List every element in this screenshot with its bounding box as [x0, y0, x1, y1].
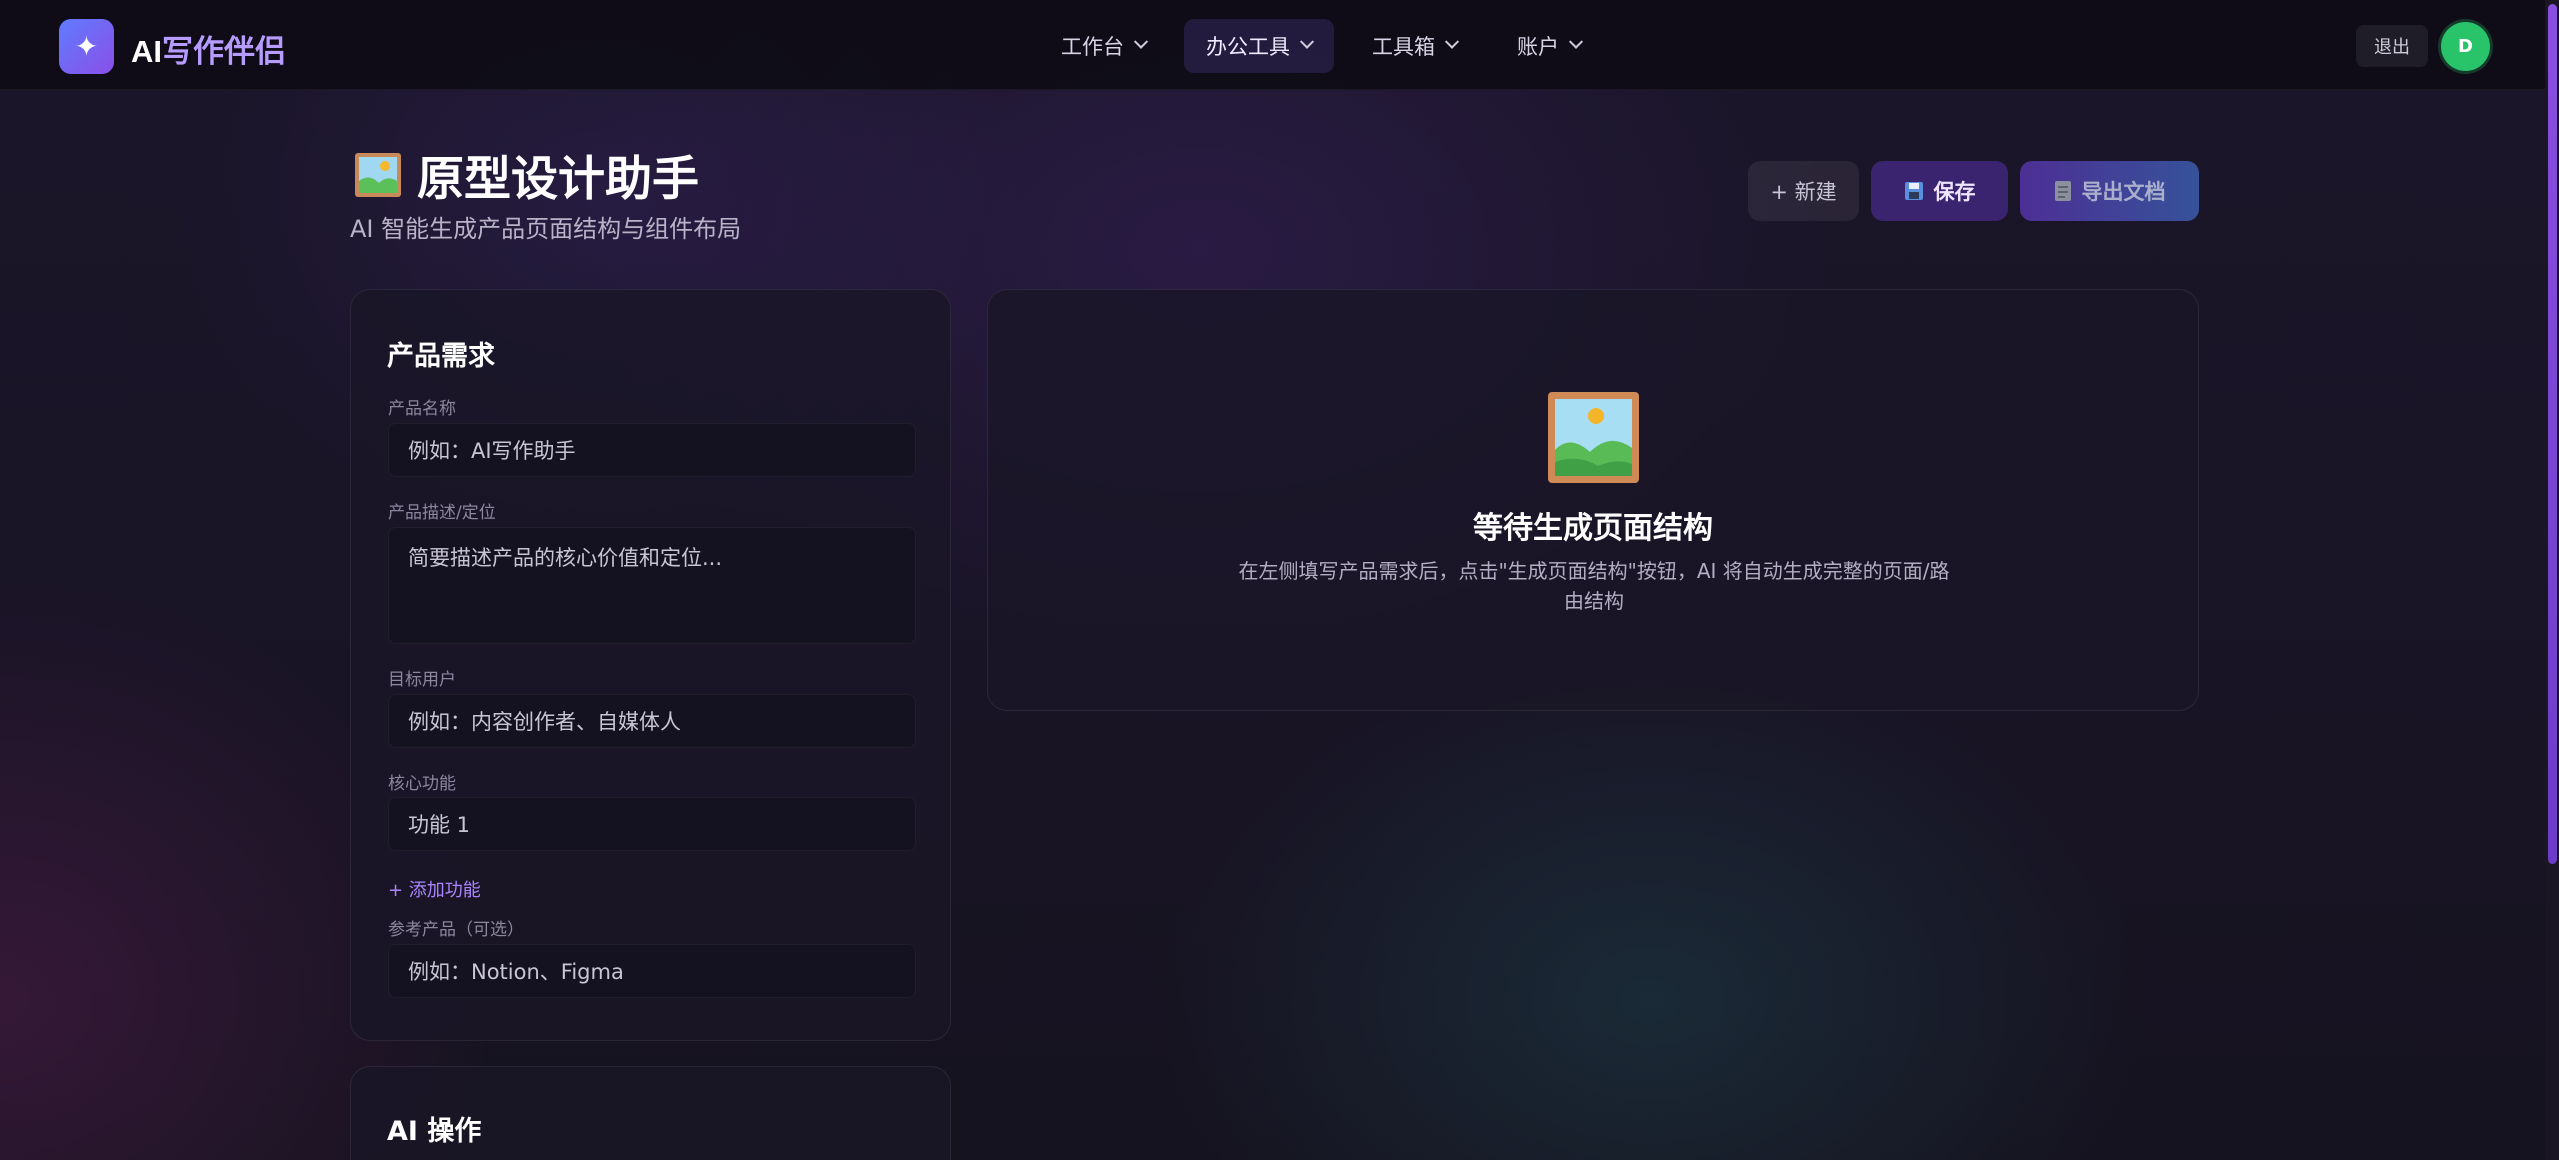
brand-suffix: 写作伴侣: [162, 34, 286, 69]
framed-picture-icon: [355, 152, 401, 197]
nav-workbench[interactable]: 工作台: [1039, 19, 1168, 73]
target-users-label: 目标用户: [388, 670, 456, 690]
floppy-disk-icon: [1904, 182, 1923, 200]
brand-name[interactable]: AI写作伴侣: [131, 26, 286, 71]
framed-picture-icon: [1548, 392, 1639, 483]
logo-sparkle-icon[interactable]: ✦: [59, 19, 114, 74]
nav-label: 工作台: [1061, 35, 1124, 59]
section-title: AI 操作: [387, 1116, 482, 1147]
ai-actions-panel: AI 操作: [350, 1066, 951, 1160]
product-requirements-panel: 产品需求 产品名称 例如：AI写作助手 产品描述/定位 简要描述产品的核心价值和…: [350, 289, 951, 1041]
reference-input[interactable]: 例如：Notion、Figma: [388, 944, 916, 998]
save-button[interactable]: 保存: [1871, 161, 2008, 221]
nav-label: 办公工具: [1206, 35, 1290, 59]
description-textarea[interactable]: 简要描述产品的核心价值和定位...: [388, 527, 916, 644]
brand-ai: AI: [131, 34, 162, 69]
nav-label: 账户: [1517, 35, 1559, 59]
target-users-input[interactable]: 例如：内容创作者、自媒体人: [388, 694, 916, 748]
page-subtitle: AI 智能生成产品页面结构与组件布局: [350, 215, 742, 243]
top-navbar: ✦ AI写作伴侣 工作台 办公工具 工具箱 账户 退出 D: [0, 0, 2545, 90]
product-name-input[interactable]: 例如：AI写作助手: [388, 423, 916, 477]
chevron-down-icon: [1299, 34, 1315, 49]
export-document-button[interactable]: 导出文档: [2020, 161, 2199, 221]
reference-label: 参考产品（可选）: [388, 920, 524, 940]
scrollbar-thumb[interactable]: [2548, 4, 2557, 864]
nav-label: 工具箱: [1372, 35, 1435, 59]
product-name-label: 产品名称: [388, 399, 456, 419]
empty-state-title: 等待生成页面结构: [1473, 511, 1713, 546]
logout-button[interactable]: 退出: [2356, 25, 2428, 67]
nav-office-tools[interactable]: 办公工具: [1184, 19, 1334, 73]
section-title: 产品需求: [387, 341, 495, 372]
chevron-down-icon: [1568, 34, 1584, 49]
chevron-down-icon: [1444, 34, 1460, 49]
nav-toolbox[interactable]: 工具箱: [1350, 19, 1479, 73]
core-features-label: 核心功能: [388, 774, 456, 794]
description-label: 产品描述/定位: [388, 503, 496, 523]
feature-input[interactable]: 功能 1: [388, 797, 916, 851]
page-title-text: 原型设计助手: [417, 152, 699, 207]
new-button[interactable]: + 新建: [1748, 161, 1859, 221]
chevron-down-icon: [1133, 34, 1149, 49]
avatar[interactable]: D: [2441, 22, 2490, 71]
nav-account[interactable]: 账户: [1495, 19, 1603, 73]
export-label: 导出文档: [2081, 180, 2166, 204]
empty-state-description: 在左侧填写产品需求后，点击"生成页面结构"按钮，AI 将自动生成完整的页面/路由…: [1238, 559, 1950, 613]
add-feature-link[interactable]: + 添加功能: [388, 876, 481, 902]
save-label: 保存: [1933, 180, 1976, 204]
result-panel: 等待生成页面结构 在左侧填写产品需求后，点击"生成页面结构"按钮，AI 将自动生…: [987, 289, 2199, 711]
main-nav: 工作台 办公工具 工具箱 账户: [1039, 19, 1603, 73]
document-icon: [2054, 181, 2071, 201]
page-title: 原型设计助手: [355, 140, 699, 209]
scrollbar[interactable]: [2545, 0, 2559, 1160]
